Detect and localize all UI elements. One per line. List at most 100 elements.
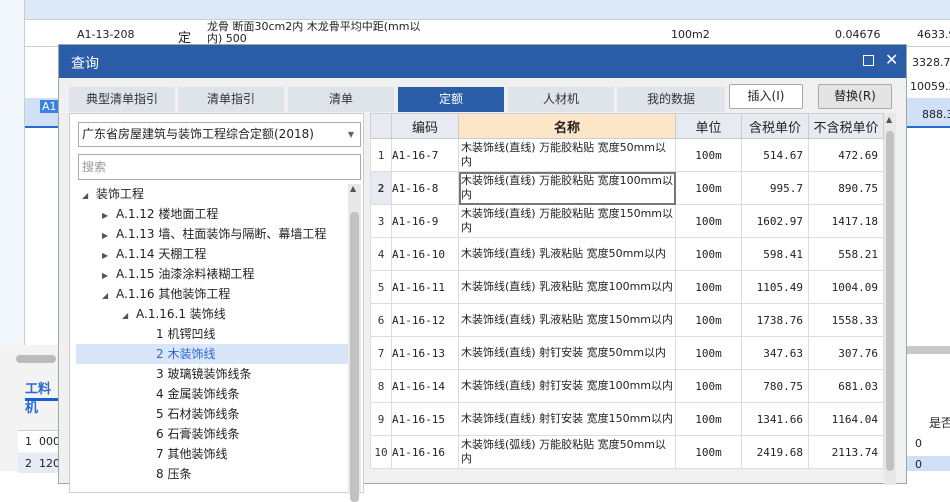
tree-node[interactable]: ◢ 装饰工程 (76, 184, 348, 204)
table-row[interactable]: 2 A1-16-8 木装饰线(直线) 万能胶粘贴 宽度100mm以内 100m 995.… (370, 171, 884, 205)
row-index[interactable]: 3 (370, 204, 392, 238)
tree-node[interactable]: ▶ A.1.15 油漆涂料裱糊工程 (76, 264, 348, 284)
tree-node[interactable]: ◢ A.1.16 其他装饰工程 (76, 284, 348, 304)
cell-code[interactable]: A1-16-9 (391, 204, 459, 238)
table-row[interactable]: 8 A1-16-14 木装饰线(直线) 射钉安装 宽度100mm以内 100m 780.… (370, 369, 884, 403)
tree-node[interactable]: 3 玻璃镜装饰线条 (76, 364, 348, 384)
cell-tax-price[interactable]: 780.75 (741, 369, 809, 403)
bg-row[interactable]: A1-13-208 定 龙骨 断面30cm2内 木龙骨平均中距(mm以内) 50… (25, 20, 950, 47)
cell-unit[interactable]: 100m (675, 204, 742, 238)
cell-name[interactable]: 木装饰线(直线) 万能胶粘贴 宽度100mm以内 (458, 171, 676, 205)
cell-name[interactable]: 木装饰线(直线) 万能胶粘贴 宽度50mm以内 (458, 138, 676, 172)
cell-tax-price[interactable]: 514.67 (741, 138, 809, 172)
collapsed-triangle-icon[interactable]: ▶ (102, 226, 116, 246)
cell-tax-price[interactable]: 598.41 (741, 237, 809, 271)
replace-button[interactable]: 替换(R) (818, 84, 892, 109)
table-row[interactable]: 3 A1-16-9 木装饰线(直线) 万能胶粘贴 宽度150mm以内 100m 1602… (370, 204, 884, 238)
row-index[interactable]: 6 (370, 303, 392, 337)
table-row[interactable]: 5 A1-16-11 木装饰线(直线) 乳液粘贴 宽度100mm以内 100m 1105… (370, 270, 884, 304)
tree-node[interactable]: ▶ A.1.13 墙、柱面装饰与隔断、幕墙工程 (76, 224, 348, 244)
collapsed-triangle-icon[interactable]: ▶ (102, 266, 116, 286)
insert-button[interactable]: 插入(I) (729, 84, 803, 109)
scroll-up-icon[interactable]: ▲ (350, 184, 356, 193)
hscroll-thumb[interactable] (16, 355, 56, 363)
collapsed-triangle-icon[interactable]: ▶ (102, 206, 116, 226)
tree-node[interactable]: 5 石材装饰线条 (76, 404, 348, 424)
col-notax-price[interactable]: 不含税单价 (808, 113, 884, 139)
cell-tax-price[interactable]: 1602.97 (741, 204, 809, 238)
tab-list[interactable]: 清单 (288, 87, 394, 112)
tree-node[interactable]: 8 压条 (76, 464, 348, 484)
cell-name[interactable]: 木装饰线(直线) 乳液粘贴 宽度100mm以内 (458, 270, 676, 304)
cell-unit[interactable]: 100m (675, 270, 742, 304)
scroll-thumb[interactable] (886, 131, 894, 471)
cell-notax-price[interactable]: 558.21 (808, 237, 884, 271)
expanded-triangle-icon[interactable]: ◢ (122, 306, 136, 326)
row-index[interactable]: 5 (370, 270, 392, 304)
table-row[interactable]: 9 A1-16-15 木装饰线(直线) 射钉安装 宽度150mm以内 100m 1341… (370, 402, 884, 436)
cell-name[interactable]: 木装饰线(直线) 乳液粘贴 宽度150mm以内 (458, 303, 676, 337)
table-row[interactable]: 7 A1-16-13 木装饰线(直线) 射钉安装 宽度50mm以内 100m 347.6… (370, 336, 884, 370)
cell-tax-price[interactable]: 1105.49 (741, 270, 809, 304)
cell-tax-price[interactable]: 995.7 (741, 171, 809, 205)
cell-notax-price[interactable]: 1164.04 (808, 402, 884, 436)
cell-notax-price[interactable]: 2113.74 (808, 435, 884, 469)
tab-labor-material[interactable]: 人材机 (508, 87, 614, 112)
table-row[interactable]: 4 A1-16-10 木装饰线(直线) 乳液粘贴 宽度50mm以内 100m 598.4… (370, 237, 884, 271)
cell-notax-price[interactable]: 890.75 (808, 171, 884, 205)
expanded-triangle-icon[interactable]: ◢ (82, 186, 96, 206)
cell-unit[interactable]: 100m (675, 237, 742, 271)
tree-scrollbar[interactable]: ▲ (348, 184, 361, 502)
row-index[interactable]: 10 (370, 435, 392, 469)
cell-name[interactable]: 木装饰线(直线) 乳液粘贴 宽度50mm以内 (458, 237, 676, 271)
cell-notax-price[interactable]: 681.03 (808, 369, 884, 403)
cell-notax-price[interactable]: 1558.33 (808, 303, 884, 337)
cell-notax-price[interactable]: 472.69 (808, 138, 884, 172)
col-code[interactable]: 编码 (391, 113, 459, 139)
row-index[interactable]: 4 (370, 237, 392, 271)
cell-name[interactable]: 木装饰线(直线) 射钉安装 宽度50mm以内 (458, 336, 676, 370)
table-scrollbar[interactable]: ▲ (884, 113, 896, 485)
cell-tax-price[interactable]: 2419.68 (741, 435, 809, 469)
cell-code[interactable]: A1-16-12 (391, 303, 459, 337)
tab-my-data[interactable]: 我的数据 (617, 87, 725, 112)
cell-name[interactable]: 木装饰线(直线) 射钉安装 宽度100mm以内 (458, 369, 676, 403)
cell-tax-price[interactable]: 1341.66 (741, 402, 809, 436)
tree-node[interactable]: 2 木装饰线 (76, 344, 348, 364)
cell-unit[interactable]: 100m (675, 435, 742, 469)
table-row[interactable]: 1 A1-16-7 木装饰线(直线) 万能胶粘贴 宽度50mm以内 100m 514.6… (370, 138, 884, 172)
cell-code[interactable]: A1-16-15 (391, 402, 459, 436)
cell-tax-price[interactable]: 1738.76 (741, 303, 809, 337)
row-index[interactable]: 9 (370, 402, 392, 436)
scroll-thumb[interactable] (350, 212, 359, 502)
tree-node[interactable]: ▶ A.1.14 天棚工程 (76, 244, 348, 264)
cell-unit[interactable]: 100m (675, 303, 742, 337)
tree-node[interactable]: ▶ A.1.12 楼地面工程 (76, 204, 348, 224)
collapsed-triangle-icon[interactable]: ▶ (102, 246, 116, 266)
row-index[interactable]: 7 (370, 336, 392, 370)
table-row[interactable]: 10 A1-16-16 木装饰线(弧线) 万能胶粘贴 宽度50mm以内 100m 241… (370, 435, 884, 469)
tab-materials[interactable]: 工料机 (25, 378, 58, 416)
col-unit[interactable]: 单位 (675, 113, 742, 139)
cell-code[interactable]: A1-16-13 (391, 336, 459, 370)
tree-node[interactable]: ◢ A.1.16.1 装饰线 (76, 304, 348, 324)
cell-name[interactable]: 木装饰线(直线) 射钉安装 宽度150mm以内 (458, 402, 676, 436)
cell-code[interactable]: A1-16-10 (391, 237, 459, 271)
row-index[interactable]: 1 (370, 138, 392, 172)
tree-node[interactable]: 7 其他装饰线 (76, 444, 348, 464)
cell-name[interactable]: 木装饰线(直线) 万能胶粘贴 宽度150mm以内 (458, 204, 676, 238)
cell-unit[interactable]: 100m (675, 369, 742, 403)
bottom-row[interactable]: 1 000 (18, 430, 60, 452)
quota-library-select[interactable]: 广东省房屋建筑与装饰工程综合定额(2018) ▼ (78, 122, 361, 147)
cell-code[interactable]: A1-16-8 (391, 171, 459, 205)
tree-node[interactable]: 1 机锷凹线 (76, 324, 348, 344)
cell-code[interactable]: A1-16-16 (391, 435, 459, 469)
cell-name[interactable]: 木装饰线(弧线) 万能胶粘贴 宽度50mm以内 (458, 435, 676, 469)
cell-notax-price[interactable]: 1004.09 (808, 270, 884, 304)
row-index[interactable]: 2 (370, 171, 392, 205)
close-icon[interactable]: ✕ (885, 50, 898, 69)
cell-code[interactable]: A1-16-7 (391, 138, 459, 172)
scroll-up-icon[interactable]: ▲ (886, 115, 892, 124)
expanded-triangle-icon[interactable]: ◢ (102, 286, 116, 306)
cell-tax-price[interactable]: 347.63 (741, 336, 809, 370)
